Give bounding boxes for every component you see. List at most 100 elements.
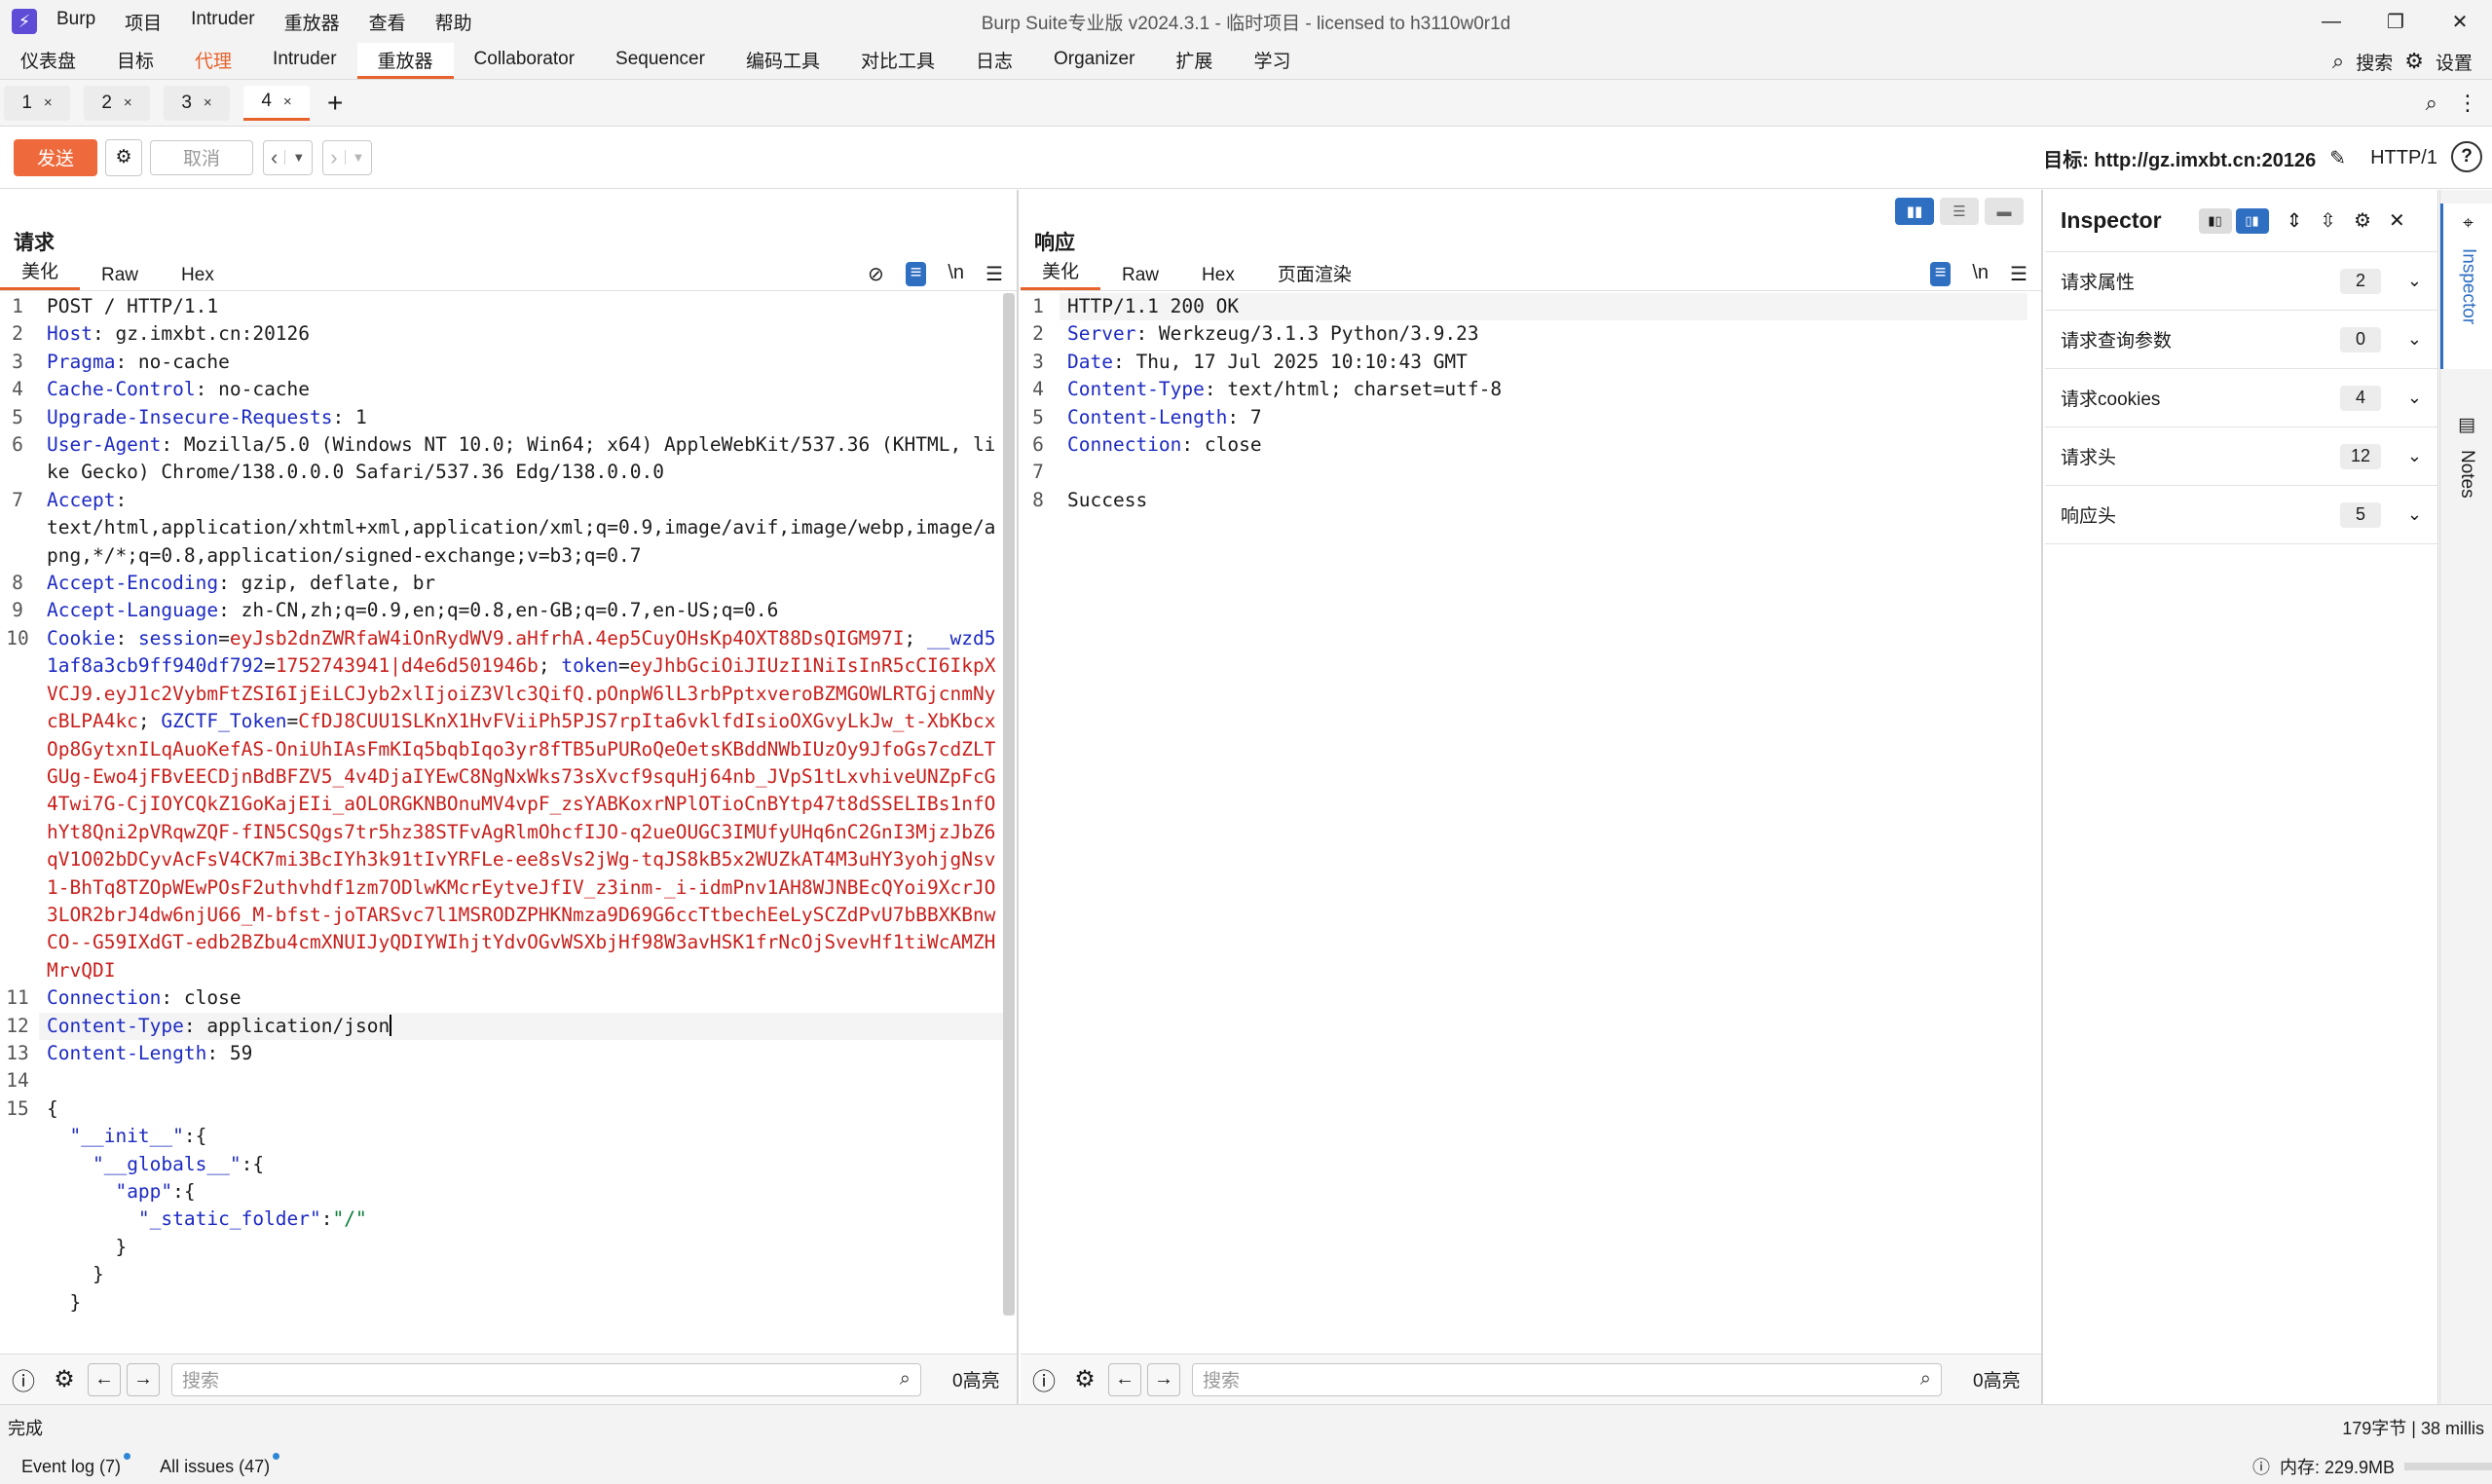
dropdown-arrow-icon[interactable]: ▼ [344, 150, 372, 165]
word-wrap-icon[interactable]: ≡ [905, 262, 927, 286]
chevron-down-icon[interactable]: ⌄ [2407, 329, 2422, 350]
gear-icon[interactable]: ⚙ [1067, 1362, 1102, 1397]
tab-logger[interactable]: 日志 [955, 43, 1033, 79]
menu-project[interactable]: 项目 [125, 9, 162, 35]
settings-label[interactable]: 设置 [2436, 49, 2473, 75]
menu-help[interactable]: 帮助 [435, 9, 472, 35]
tab-intruder[interactable]: Intruder [252, 43, 356, 79]
help-icon[interactable]: ⓘ [6, 1362, 41, 1397]
chevron-right-icon[interactable]: › [323, 145, 344, 170]
more-options-icon[interactable]: ⋮ [2457, 91, 2478, 116]
tab-hex[interactable]: Hex [160, 265, 236, 290]
gear-icon[interactable]: ⚙ [47, 1362, 82, 1397]
repeater-tab[interactable]: 3 × [164, 85, 230, 121]
menu-repeater[interactable]: 重放器 [284, 9, 340, 35]
layout-left-icon[interactable]: ▮▯ [2198, 207, 2232, 234]
expand-all-icon[interactable]: ⇕ [2287, 208, 2303, 233]
chevron-left-icon[interactable]: ‹ [264, 145, 284, 170]
add-tab-icon[interactable]: + [327, 88, 343, 119]
tab-decoder[interactable]: 编码工具 [725, 43, 840, 79]
tab-sequencer[interactable]: Sequencer [595, 43, 725, 79]
chevron-down-icon[interactable]: ⌄ [2407, 271, 2422, 291]
rail-inspector[interactable]: ⌖ Inspector [2440, 204, 2492, 369]
request-scrollbar[interactable] [1003, 293, 1015, 1316]
repeater-tab[interactable]: 1 × [4, 85, 70, 121]
maximize-icon[interactable]: ❐ [2363, 0, 2428, 43]
scrollbar-thumb[interactable] [1003, 293, 1015, 1316]
tab-collaborator[interactable]: Collaborator [454, 43, 596, 79]
minimize-icon[interactable]: — [2299, 0, 2363, 43]
inspector-row[interactable]: 响应头 5 ⌄ [2045, 486, 2437, 544]
close-icon[interactable]: ✕ [2389, 208, 2405, 233]
menu-icon[interactable]: ☰ [986, 262, 1003, 286]
search-icon[interactable]: ⌕ [900, 1368, 911, 1391]
tabs-layout-icon[interactable]: ▬ [1985, 198, 2024, 225]
event-log-link[interactable]: Event log (7) [21, 1452, 131, 1477]
tab-pretty[interactable]: 美化 [0, 257, 81, 290]
menu-icon[interactable]: ☰ [2010, 262, 2027, 286]
send-button[interactable]: 发送 [14, 138, 97, 176]
arrow-right-icon[interactable]: → [1147, 1362, 1180, 1396]
response-search-input[interactable]: 搜索 ⌕ [1192, 1362, 1942, 1396]
close-icon[interactable]: × [204, 94, 212, 111]
arrow-right-icon[interactable]: → [127, 1362, 160, 1396]
menu-view[interactable]: 查看 [369, 9, 406, 35]
inspector-row[interactable]: 请求查询参数 0 ⌄ [2045, 311, 2437, 369]
menu-burp[interactable]: Burp [56, 9, 95, 35]
split-horizontal-icon[interactable]: ▮▮ [1895, 198, 1934, 225]
request-search-input[interactable]: 搜索 ⌕ [171, 1362, 921, 1396]
rail-notes[interactable]: ▤ Notes [2440, 414, 2492, 560]
help-icon[interactable]: ? [2451, 141, 2482, 172]
all-issues-link[interactable]: All issues (47) [160, 1452, 280, 1477]
hide-nonprintable-icon[interactable]: ⊘ [868, 262, 884, 286]
tab-proxy[interactable]: 代理 [174, 43, 252, 79]
tab-raw[interactable]: Raw [1100, 265, 1180, 290]
dropdown-arrow-icon[interactable]: ▼ [284, 150, 312, 165]
split-vertical-icon[interactable]: ☰ [1940, 198, 1979, 225]
edit-target-icon[interactable]: ✎ [2329, 146, 2346, 170]
close-icon[interactable]: × [283, 93, 292, 110]
gear-icon[interactable]: ⚙ [2354, 208, 2371, 233]
tab-pretty[interactable]: 美化 [1021, 257, 1101, 290]
history-back[interactable]: ‹ ▼ [263, 139, 314, 175]
search-icon[interactable]: ⌕ [1920, 1368, 1931, 1391]
tab-dashboard[interactable]: 仪表盘 [0, 43, 96, 79]
inspector-row[interactable]: 请求头 12 ⌄ [2045, 427, 2437, 486]
gear-icon[interactable]: ⚙ [2404, 49, 2424, 74]
layout-right-icon[interactable]: ▯▮ [2235, 207, 2269, 234]
tab-extensions[interactable]: 扩展 [1155, 43, 1233, 79]
inspector-row[interactable]: 请求cookies 4 ⌄ [2045, 369, 2437, 427]
menu-intruder[interactable]: Intruder [191, 9, 254, 35]
tab-hex[interactable]: Hex [1180, 265, 1256, 290]
cancel-button[interactable]: 取消 [150, 139, 253, 175]
chevron-down-icon[interactable]: ⌄ [2407, 388, 2422, 408]
request-editor[interactable]: 1 POST / HTTP/1.1 2 Host: gz.imxbt.cn:2012… [0, 293, 1003, 1345]
help-icon[interactable]: ⓘ [1026, 1362, 1061, 1397]
tab-learn[interactable]: 学习 [1233, 43, 1311, 79]
inspector-row[interactable]: 请求属性 2 ⌄ [2045, 252, 2437, 311]
global-search-label[interactable]: 搜索 [2356, 49, 2393, 75]
send-settings-icon[interactable]: ⚙ [105, 138, 142, 176]
response-editor[interactable]: 1 HTTP/1.1 200 OK 2 Server: Werkzeug/3.1.3… [1021, 293, 2027, 1345]
newline-icon[interactable]: \n [1972, 262, 1989, 286]
repeater-tab[interactable]: 2 × [84, 85, 150, 121]
tab-render[interactable]: 页面渲染 [1256, 260, 1373, 290]
tab-raw[interactable]: Raw [80, 265, 160, 290]
chevron-down-icon[interactable]: ⌄ [2407, 446, 2422, 466]
search-tabs-icon[interactable]: ⌕ [2426, 91, 2437, 116]
tab-repeater[interactable]: 重放器 [356, 43, 454, 79]
tab-target[interactable]: 目标 [96, 43, 174, 79]
tab-organizer[interactable]: Organizer [1033, 43, 1155, 79]
tab-comparer[interactable]: 对比工具 [840, 43, 955, 79]
collapse-all-icon[interactable]: ⇳ [2320, 208, 2336, 233]
arrow-left-icon[interactable]: ← [1108, 1362, 1141, 1396]
newline-icon[interactable]: \n [948, 262, 964, 286]
repeater-tab-active[interactable]: 4 × [243, 85, 310, 121]
close-window-icon[interactable]: ✕ [2428, 0, 2492, 43]
search-icon[interactable]: ⌕ [2332, 49, 2344, 74]
arrow-left-icon[interactable]: ← [88, 1362, 121, 1396]
chevron-down-icon[interactable]: ⌄ [2407, 504, 2422, 525]
history-forward[interactable]: › ▼ [322, 139, 373, 175]
word-wrap-icon[interactable]: ≡ [1929, 262, 1952, 286]
http-version[interactable]: HTTP/1 [2370, 127, 2437, 189]
